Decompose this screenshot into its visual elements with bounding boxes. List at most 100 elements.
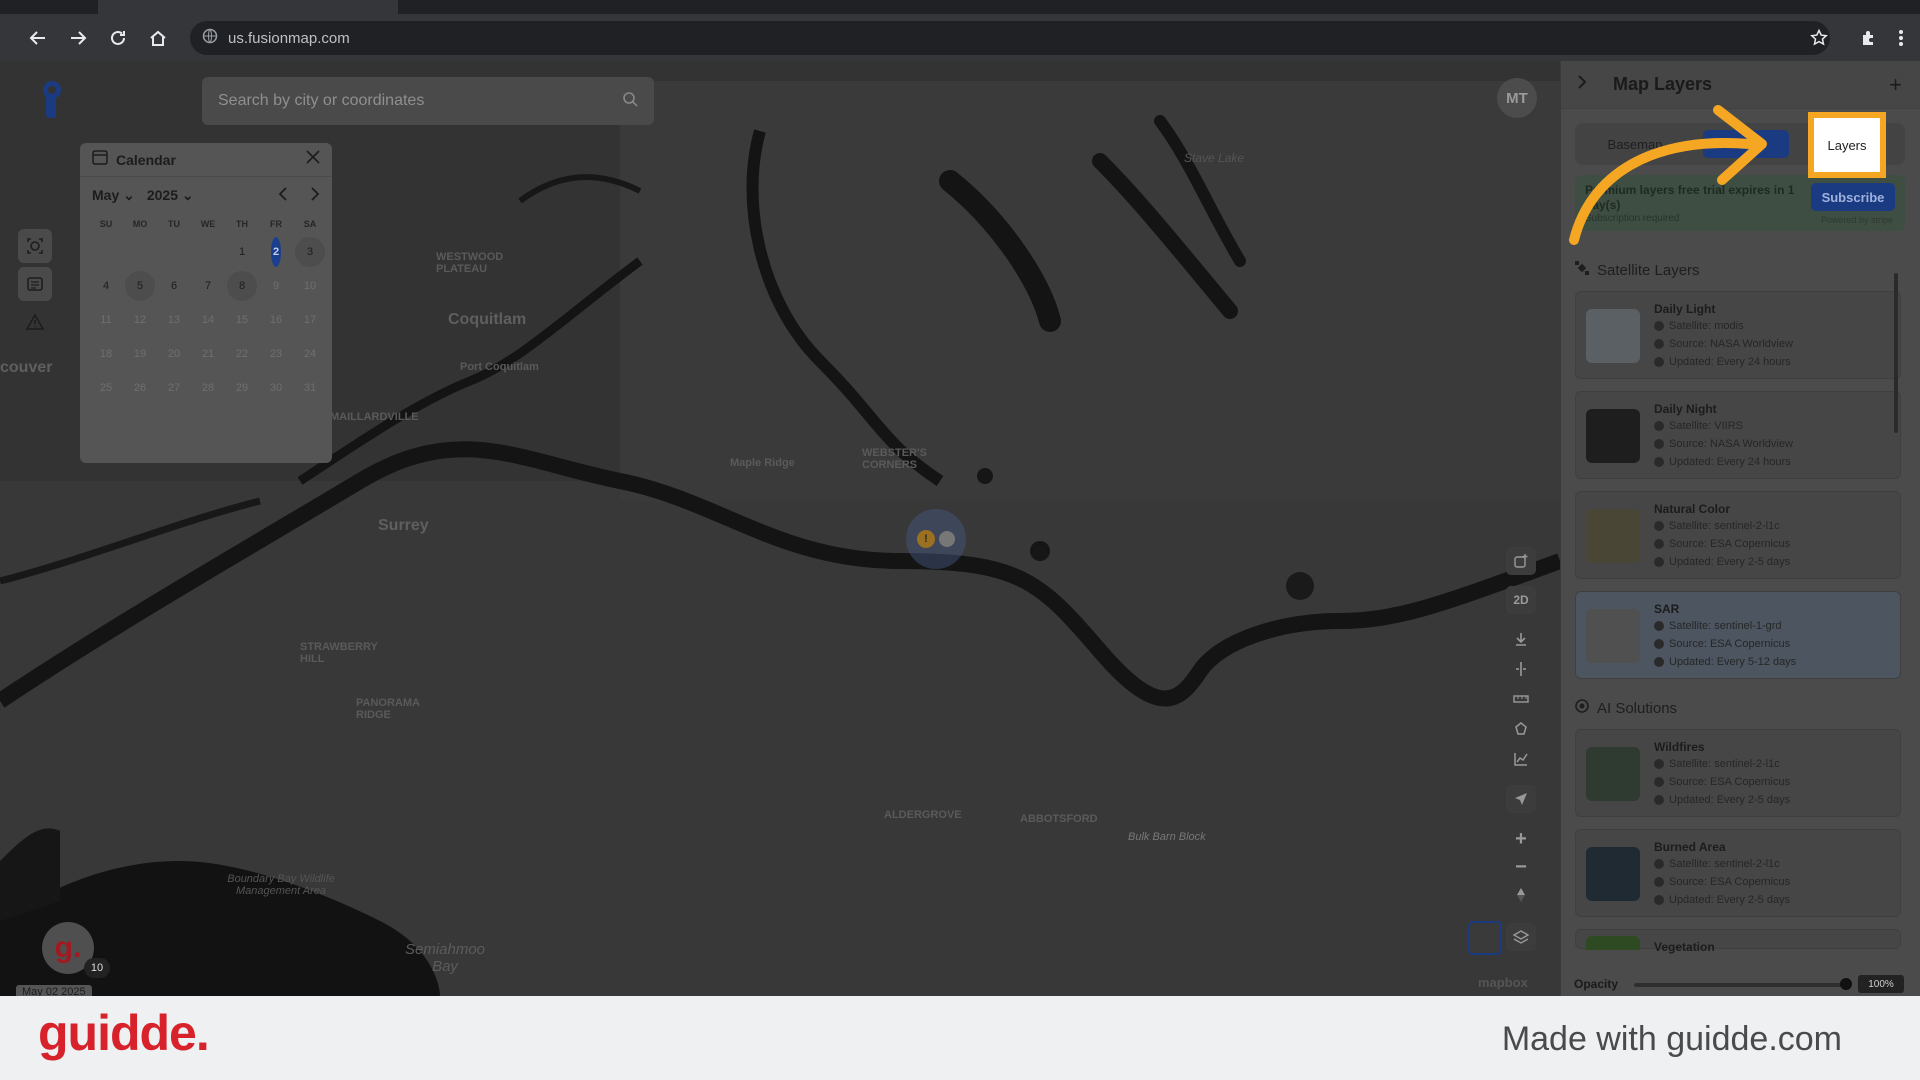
calendar-day[interactable]: 31 xyxy=(293,371,327,405)
calendar-day[interactable]: 1 xyxy=(225,235,259,269)
opacity-slider-track[interactable] xyxy=(1634,983,1846,987)
calendar-day[interactable]: 25 xyxy=(89,371,123,405)
layer-updated: Updated: Every 24 hours xyxy=(1654,356,1791,368)
search-input[interactable] xyxy=(218,92,622,110)
calendar-day[interactable]: 18 xyxy=(89,337,123,371)
collapse-panel-icon[interactable] xyxy=(1577,74,1587,95)
site-info-icon[interactable] xyxy=(202,28,218,49)
calendar-day[interactable]: 19 xyxy=(123,337,157,371)
calendar-day[interactable]: 30 xyxy=(259,371,293,405)
layers-control[interactable] xyxy=(1506,923,1536,951)
measure-control[interactable] xyxy=(1506,685,1536,713)
calendar-day[interactable]: 3 xyxy=(293,235,327,269)
home-icon[interactable] xyxy=(138,18,178,58)
layer-source-text: Source: ESA Copernicus xyxy=(1669,776,1791,788)
browser-menu-icon[interactable] xyxy=(1884,21,1918,55)
calendar-day-number: 12 xyxy=(133,314,147,326)
calendar-day[interactable]: 13 xyxy=(157,303,191,337)
compare-control[interactable] xyxy=(1506,655,1536,683)
calendar-day[interactable]: 11 xyxy=(89,303,123,337)
add-photo-control[interactable] xyxy=(1506,547,1536,575)
globe-icon xyxy=(1654,777,1664,787)
calendar-day[interactable]: 22 xyxy=(225,337,259,371)
notes-tool-button[interactable] xyxy=(18,267,52,301)
map-canvas[interactable]: WESTWOOD PLATEAU Coquitlam Port Coquitla… xyxy=(0,61,1560,996)
view-mode-toggle[interactable]: 2D xyxy=(1506,586,1536,614)
basemap-thumbnail-control[interactable] xyxy=(1468,921,1502,955)
bookmark-star-icon[interactable] xyxy=(1802,21,1836,55)
reload-icon[interactable] xyxy=(98,18,138,58)
search-bar[interactable] xyxy=(202,77,654,125)
made-with-text[interactable]: Made with guidde.com xyxy=(1502,1020,1842,1059)
user-avatar[interactable]: MT xyxy=(1497,78,1537,118)
calendar-day[interactable]: 20 xyxy=(157,337,191,371)
map-label-abbotsford: ABBOTSFORD xyxy=(1020,813,1098,825)
panel-scrollbar[interactable] xyxy=(1894,273,1898,433)
calendar-popup: Calendar May ⌄ 2025 ⌄ SU MO TU WE TH FR SA 1 2 3 4… xyxy=(80,143,332,463)
layer-thumbnail xyxy=(1586,847,1640,901)
calendar-day[interactable]: 27 xyxy=(157,371,191,405)
calendar-day[interactable]: 14 xyxy=(191,303,225,337)
search-icon[interactable] xyxy=(622,91,638,112)
navigation-arrow-icon xyxy=(1515,793,1527,805)
zoom-in-control[interactable]: + xyxy=(1506,825,1536,853)
calendar-day[interactable]: 8 xyxy=(225,269,259,303)
calendar-day[interactable]: 28 xyxy=(191,371,225,405)
opacity-slider-thumb[interactable] xyxy=(1840,978,1852,990)
layer-card[interactable]: Daily Light Satellite: modis Source: NASA … xyxy=(1575,291,1901,379)
weekday-header: MO xyxy=(132,219,148,229)
close-icon[interactable] xyxy=(306,150,320,169)
add-photo-icon xyxy=(1514,554,1528,568)
calendar-day[interactable]: 4 xyxy=(89,269,123,303)
calendar-day-number: 1 xyxy=(238,246,246,258)
calendar-day[interactable]: 26 xyxy=(123,371,157,405)
download-control[interactable] xyxy=(1506,625,1536,653)
calendar-day[interactable]: 6 xyxy=(157,269,191,303)
zoom-out-control[interactable]: − xyxy=(1506,853,1536,881)
calendar-day[interactable]: 12 xyxy=(123,303,157,337)
forward-icon[interactable] xyxy=(58,18,98,58)
layer-card[interactable]: SAR Satellite: sentinel-1-grd Source: ESA … xyxy=(1575,591,1901,679)
calendar-day[interactable]: 15 xyxy=(225,303,259,337)
next-month-icon[interactable] xyxy=(310,186,320,204)
layer-card[interactable]: Burned Area Satellite: sentinel-2-l1c Sour… xyxy=(1575,829,1901,917)
location-marker[interactable]: ! xyxy=(906,509,966,569)
address-bar[interactable]: us.fusionmap.com xyxy=(190,21,1830,55)
layer-card[interactable]: Wildfires Satellite: sentinel-2-l1c Source… xyxy=(1575,729,1901,817)
highlighted-layers-tab[interactable]: Layers xyxy=(1808,112,1886,178)
calendar-day[interactable]: 9 xyxy=(259,269,293,303)
calendar-day[interactable]: 2 xyxy=(259,235,293,269)
calendar-day[interactable]: 29 xyxy=(225,371,259,405)
layer-card[interactable]: Vegetation xyxy=(1575,929,1901,954)
calendar-day[interactable]: 7 xyxy=(191,269,225,303)
add-layer-icon[interactable]: + xyxy=(1889,72,1902,98)
compass-control[interactable] xyxy=(1506,881,1536,909)
locate-control[interactable] xyxy=(1506,785,1536,813)
calendar-day[interactable]: 5 xyxy=(123,269,157,303)
scan-tool-button[interactable] xyxy=(18,229,52,263)
subscribe-button[interactable]: Subscribe xyxy=(1811,183,1895,211)
app-logo[interactable] xyxy=(38,78,68,124)
extensions-icon[interactable] xyxy=(1852,21,1886,55)
layer-satellite-text: Satellite: sentinel-2-l1c xyxy=(1669,758,1780,770)
browser-tab[interactable] xyxy=(98,0,398,14)
calendar-day[interactable]: 10 xyxy=(293,269,327,303)
calendar-day[interactable]: 16 xyxy=(259,303,293,337)
chart-control[interactable] xyxy=(1506,745,1536,773)
calendar-day[interactable]: 17 xyxy=(293,303,327,337)
back-icon[interactable] xyxy=(18,18,58,58)
layer-card[interactable]: Natural Color Satellite: sentinel-2-l1c So… xyxy=(1575,491,1901,579)
calendar-day[interactable]: 23 xyxy=(259,337,293,371)
layer-satellite: Satellite: sentinel-2-l1c xyxy=(1654,758,1780,770)
calendar-day[interactable]: 21 xyxy=(191,337,225,371)
draw-control[interactable] xyxy=(1506,715,1536,743)
layer-card[interactable]: Daily Night Satellite: VIIRS Source: NASA … xyxy=(1575,391,1901,479)
prev-month-icon[interactable] xyxy=(278,186,288,204)
guidde-logo[interactable]: guidde. xyxy=(38,1004,210,1062)
calendar-blank-cell xyxy=(157,235,191,269)
calendar-day[interactable]: 24 xyxy=(293,337,327,371)
layer-updated-text: Updated: Every 2-5 days xyxy=(1669,556,1791,568)
year-select[interactable]: 2025 ⌄ xyxy=(147,187,194,204)
month-select[interactable]: May ⌄ xyxy=(92,187,135,204)
alerts-tool-button[interactable] xyxy=(18,305,52,339)
